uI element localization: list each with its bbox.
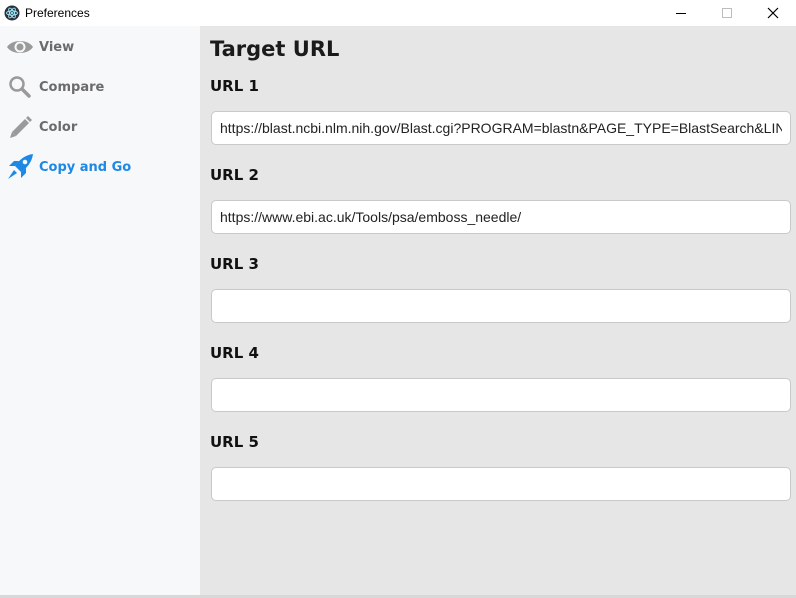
sidebar-item-label: Color [39,120,78,135]
eye-icon [7,41,33,53]
minimize-button[interactable] [658,0,704,26]
url-4-label: URL 4 [210,344,259,362]
maximize-button[interactable] [704,0,750,26]
sidebar-item-color[interactable]: Color [0,110,200,142]
pencil-icon [10,116,32,138]
sidebar-item-label: Copy and Go [39,160,132,175]
sidebar-item-compare[interactable]: Compare [0,70,200,102]
url-5-label: URL 5 [210,433,259,451]
url-3-input[interactable] [211,289,791,323]
main-panel: Target URL URL 1 URL 2 URL 3 URL 4 URL 5 [200,26,796,598]
url-2-label: URL 2 [210,166,259,184]
rocket-icon [8,154,33,179]
url-3-label: URL 3 [210,255,259,273]
url-5-input[interactable] [211,467,791,501]
magnifier-icon [9,76,31,98]
close-icon [767,7,779,19]
sidebar-item-label: View [39,40,75,55]
title-bar: Preferences [0,0,796,26]
minimize-icon [676,13,686,14]
window-title: Preferences [25,6,90,20]
sidebar-item-view[interactable]: View [0,30,200,62]
sidebar-item-copy-and-go[interactable]: Copy and Go [0,150,200,182]
sidebar: View Compare Color Copy and Go [0,26,200,598]
maximize-icon [722,8,732,18]
close-button[interactable] [750,0,796,26]
sidebar-item-label: Compare [39,80,105,95]
url-1-input[interactable] [211,111,791,145]
url-1-label: URL 1 [210,77,259,95]
url-4-input[interactable] [211,378,791,412]
app-icon [4,5,20,21]
url-2-input[interactable] [211,200,791,234]
page-title: Target URL [210,37,340,61]
